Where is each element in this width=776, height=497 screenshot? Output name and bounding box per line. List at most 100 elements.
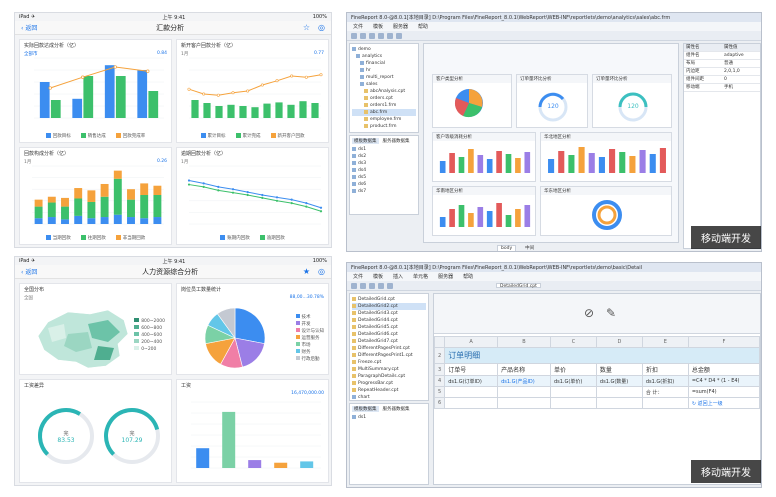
header-cell[interactable]: 数量: [595, 363, 643, 376]
prop-row[interactable]: 布局 普通: [684, 60, 760, 68]
widget-card[interactable]: 客户类型分析: [432, 74, 512, 128]
design-canvas[interactable]: 客户类型分析 订单量环比分析 120 订单量环比分析 120 客户等级消耗分析 …: [423, 43, 679, 243]
redo-icon[interactable]: [387, 283, 393, 289]
data-cell[interactable]: =sum(F4): [687, 386, 760, 398]
dataset-item[interactable]: ds1: [352, 414, 426, 421]
tree-item[interactable]: orders.cpt: [352, 95, 416, 102]
tree-item[interactable]: demo: [352, 46, 416, 53]
column-header[interactable]: C: [549, 336, 597, 348]
tree-item[interactable]: ProgressBar.cpt: [352, 380, 426, 387]
settings-icon[interactable]: ◎: [318, 23, 325, 32]
file-tab[interactable]: DetailedGrid.cpt: [496, 283, 541, 289]
widget-card[interactable]: 客户等级消耗分析: [432, 132, 536, 182]
data-cell[interactable]: ds1.G(产品ID): [497, 375, 551, 387]
tree-item[interactable]: orders1.frm: [352, 102, 416, 109]
dataset-item[interactable]: ds1: [352, 146, 416, 153]
tree-item-selected[interactable]: DetailedGrid2.cpt: [352, 303, 426, 310]
tree-item[interactable]: ParagraphDetails.cpt: [352, 373, 426, 380]
dataset-item[interactable]: ds6: [352, 181, 416, 188]
header-cell[interactable]: 单价: [549, 363, 597, 376]
new-icon[interactable]: [351, 283, 357, 289]
data-cell[interactable]: [595, 386, 643, 398]
tree-item[interactable]: DifferentPagesPrint.cpt: [352, 345, 426, 352]
tree-item[interactable]: multi_report: [352, 74, 416, 81]
pen-icon[interactable]: ✎: [606, 306, 616, 320]
data-cell[interactable]: [444, 397, 499, 409]
data-cell[interactable]: =C4 * D4 * (1 - E4): [687, 375, 760, 387]
data-cell[interactable]: [641, 397, 689, 409]
settings-icon[interactable]: ◎: [318, 267, 325, 276]
menu-template[interactable]: 模板: [373, 23, 383, 30]
menu-server[interactable]: 服务器: [393, 23, 408, 30]
menu-file[interactable]: 文件: [353, 23, 363, 30]
header-cell[interactable]: 折扣: [641, 363, 689, 376]
header-cell[interactable]: 订单号: [444, 363, 499, 376]
tree-item[interactable]: sales: [352, 81, 416, 88]
redo-icon[interactable]: [387, 33, 393, 39]
data-cell[interactable]: [595, 397, 643, 409]
tree-item[interactable]: DetailedGrid5.cpt: [352, 324, 426, 331]
tree-item[interactable]: DifferentPagesPrint1.cpt: [352, 352, 426, 359]
data-cell[interactable]: [497, 397, 551, 409]
widget-card[interactable]: 订单量环比分析 120: [516, 74, 588, 128]
tab-server-dataset[interactable]: 服务器数据集: [381, 406, 412, 412]
menu-insert[interactable]: 插入: [393, 273, 403, 280]
data-cell[interactable]: ds1.G(数量): [595, 375, 643, 387]
data-cell[interactable]: ds1.G(单价): [549, 375, 597, 387]
tree-item[interactable]: abcAnalysis.cpt: [352, 88, 416, 95]
prop-row[interactable]: 组件名 adaptive: [684, 52, 760, 60]
data-cell[interactable]: [497, 386, 551, 398]
row-header[interactable]: 2: [434, 347, 446, 364]
header-cell[interactable]: 产品名称: [497, 363, 551, 376]
report-sheet[interactable]: ⊘ ✎ A B C D E F 2 订单明细 3 订单号 产品名称 单价 数量 …: [433, 293, 761, 485]
tree-item[interactable]: analytics: [352, 53, 416, 60]
region-filter[interactable]: 全国: [24, 295, 33, 301]
back-button[interactable]: ‹ 返回: [21, 23, 37, 32]
data-cell[interactable]: [444, 386, 499, 398]
column-header[interactable]: F: [687, 336, 760, 348]
tree-item[interactable]: RepeatHeader.cpt: [352, 387, 426, 394]
tree-item[interactable]: product.frm: [352, 123, 416, 130]
row-header[interactable]: 5: [434, 386, 446, 398]
tree-item[interactable]: DetailedGrid6.cpt: [352, 331, 426, 338]
tree-item[interactable]: hr: [352, 67, 416, 74]
undo-icon[interactable]: [378, 33, 384, 39]
menu-cell[interactable]: 单元格: [413, 273, 428, 280]
tab-template-dataset[interactable]: 模板数据集: [352, 138, 379, 144]
tree-item[interactable]: Freeze.cpt: [352, 359, 426, 366]
widget-card[interactable]: 订单量环比分析 120: [592, 74, 672, 128]
undo-icon[interactable]: [378, 283, 384, 289]
column-header[interactable]: E: [641, 336, 689, 348]
data-cell[interactable]: [549, 386, 597, 398]
open-icon[interactable]: [360, 33, 366, 39]
back-button[interactable]: ‹ 返回: [21, 267, 37, 276]
star-icon[interactable]: ☆: [303, 23, 310, 32]
tree-item[interactable]: DetailedGrid3.cpt: [352, 310, 426, 317]
menu-server[interactable]: 服务器: [438, 273, 453, 280]
tab-server-dataset[interactable]: 服务器数据集: [381, 138, 412, 144]
prop-row[interactable]: 组件间距 0: [684, 76, 760, 84]
hide-icon[interactable]: ⊘: [584, 306, 594, 320]
tab-template-dataset[interactable]: 模板数据集: [352, 406, 379, 412]
open-icon[interactable]: [360, 283, 366, 289]
row-header[interactable]: 4: [434, 375, 446, 387]
row-header[interactable]: 3: [434, 363, 446, 376]
menu-file[interactable]: 文件: [353, 273, 363, 280]
column-header[interactable]: A: [444, 336, 499, 348]
preview-icon[interactable]: [396, 33, 402, 39]
column-header[interactable]: D: [595, 336, 643, 348]
tree-item[interactable]: chart: [352, 394, 426, 400]
tree-item-selected[interactable]: abc.frm: [352, 109, 416, 116]
header-cell[interactable]: 总金额: [687, 363, 760, 376]
return-link[interactable]: 返回上一级: [698, 401, 723, 407]
prop-row[interactable]: 移动端 手机: [684, 84, 760, 92]
dataset-item[interactable]: ds5: [352, 174, 416, 181]
tree-item[interactable]: financial: [352, 60, 416, 67]
widget-card[interactable]: 华东地区分析: [540, 186, 672, 236]
sheet-title-cell[interactable]: 订单明细: [444, 347, 760, 364]
data-cell[interactable]: ↻ 返回上一级: [687, 397, 760, 409]
tree-item[interactable]: DetailedGrid4.cpt: [352, 317, 426, 324]
dataset-item[interactable]: ds4: [352, 167, 416, 174]
tab-middle[interactable]: 中间: [522, 245, 537, 251]
tree-item[interactable]: MultiSummary.cpt: [352, 366, 426, 373]
